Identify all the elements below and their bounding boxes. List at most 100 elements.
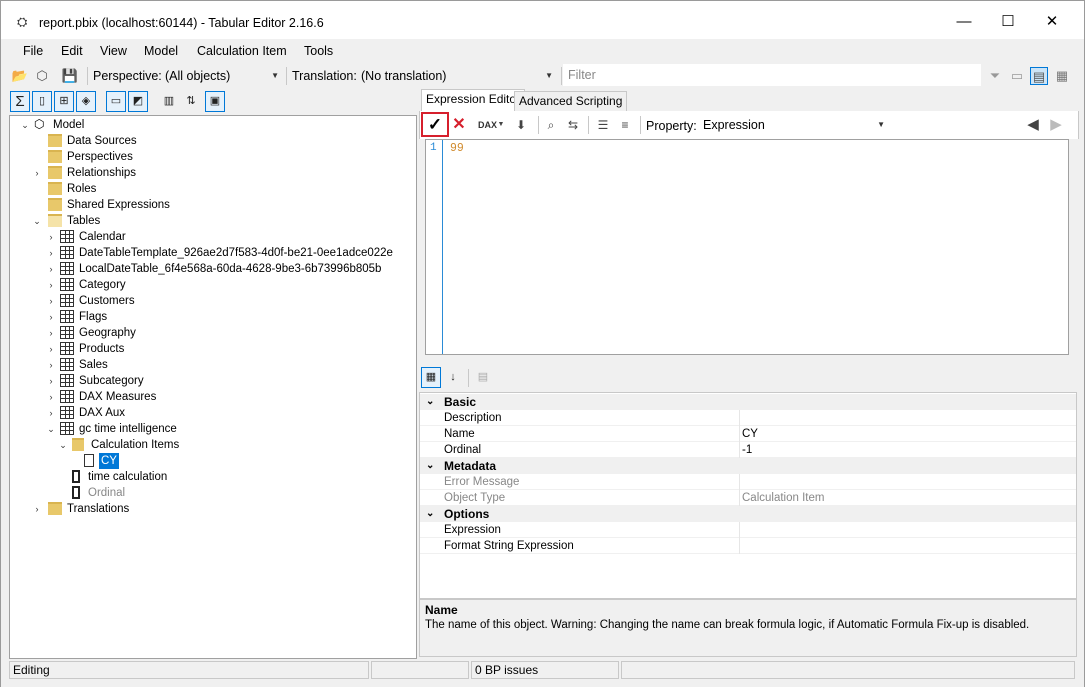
property-row-object-type[interactable]: Object Type Calculation Item (420, 490, 1076, 506)
expand-icon[interactable]: › (46, 245, 56, 261)
menu-tools[interactable]: Tools (304, 44, 333, 58)
alphabetical-icon[interactable]: ↓ (443, 367, 463, 388)
expand-icon[interactable]: › (46, 405, 56, 421)
connect-model-icon[interactable]: ⬡ (33, 67, 51, 85)
tree-node-perspectives[interactable]: Perspectives (44, 149, 244, 165)
navigate-forward-icon[interactable]: ▶ (1047, 116, 1065, 134)
property-row-format-string[interactable]: Format String Expression (420, 538, 1076, 554)
collapse-icon[interactable]: ⌄ (20, 117, 30, 133)
collapse-icon[interactable]: ⌄ (32, 213, 42, 229)
navigate-back-icon[interactable]: ◀ (1024, 116, 1042, 134)
expand-icon[interactable]: › (46, 325, 56, 341)
tree-node-table[interactable]: › Category (46, 277, 406, 293)
tree-node-calc-group[interactable]: ⌄ gc time intelligence (46, 421, 406, 437)
categorized-icon[interactable]: ▦ (421, 367, 441, 388)
show-columns-icon[interactable]: ▯ (32, 91, 52, 112)
menu-calculation-item[interactable]: Calculation Item (197, 44, 287, 58)
tree-node-tables[interactable]: ⌄ Tables (32, 213, 232, 229)
uncomment-icon[interactable]: ≡ (616, 116, 634, 134)
tree-node-model[interactable]: ⌄ ⬡ Model (20, 117, 220, 133)
perspective-dropdown[interactable]: (All objects) ▼ (161, 66, 283, 86)
menu-file[interactable]: File (23, 44, 43, 58)
metadata-view-icon[interactable]: ▣ (205, 91, 225, 112)
dax-formatter-icon[interactable]: DAX (478, 116, 497, 134)
tree-node-calc-item-cy[interactable]: CY (84, 453, 284, 469)
property-row-error-message[interactable]: Error Message (420, 474, 1076, 490)
column-layout-icon[interactable]: ▥ (159, 91, 179, 112)
collapse-icon[interactable]: ⌄ (426, 458, 434, 474)
expression-editor[interactable]: 1 99 (425, 139, 1069, 355)
tree-node-time-calculation[interactable]: time calculation (72, 469, 272, 485)
expand-icon[interactable]: › (46, 341, 56, 357)
expand-icon[interactable]: › (46, 357, 56, 373)
open-folder-icon[interactable]: 📂 (11, 67, 29, 85)
tree-node-table[interactable]: › Subcategory (46, 373, 406, 389)
show-hidden-objects-icon[interactable]: ◩ (128, 91, 148, 112)
tree-node-table[interactable]: › Flags (46, 309, 406, 325)
ordinal-value[interactable]: -1 (742, 442, 752, 458)
filter-input[interactable]: Filter (563, 64, 981, 86)
property-row-description[interactable]: Description (420, 410, 1076, 426)
menu-model[interactable]: Model (144, 44, 178, 58)
collapse-icon[interactable]: ⌄ (426, 394, 434, 410)
translation-dropdown[interactable]: (No translation) ▼ (357, 66, 557, 86)
tree-node-calculation-items[interactable]: ⌄ Calculation Items (58, 437, 358, 453)
expand-icon[interactable]: › (46, 229, 56, 245)
name-value[interactable]: CY (742, 426, 758, 442)
expand-icon[interactable]: › (46, 373, 56, 389)
dependencies-icon[interactable]: ⬇ (512, 116, 530, 134)
expand-icon[interactable]: › (46, 277, 56, 293)
maximize-button[interactable]: ☐ (985, 7, 1031, 37)
collapse-icon[interactable]: ⌄ (426, 506, 434, 522)
code-text[interactable]: 99 (450, 142, 464, 155)
close-button[interactable]: ✕ (1029, 7, 1075, 37)
property-dropdown[interactable]: Expression ▼ (699, 115, 889, 135)
tab-advanced-scripting[interactable]: Advanced Scripting (514, 91, 628, 111)
menu-view[interactable]: View (100, 44, 127, 58)
tree-node-table[interactable]: › Calendar (46, 229, 406, 245)
accept-changes-button[interactable]: ✓ (421, 112, 449, 137)
tree-node-table[interactable]: › Products (46, 341, 406, 357)
property-grid[interactable]: ⌄ Basic Description Name CY Ordinal -1 ⌄… (419, 392, 1077, 599)
tree-node-translations[interactable]: › Translations (32, 501, 232, 517)
tree-node-table[interactable]: › DAX Aux (46, 405, 406, 421)
tab-expression-editor[interactable]: Expression Editor (421, 89, 526, 111)
minimize-button[interactable]: — (941, 7, 987, 37)
save-icon[interactable]: 💾 (61, 67, 79, 85)
tree-node-data-sources[interactable]: Data Sources (44, 133, 244, 149)
show-hierarchies-icon[interactable]: ⊞ (54, 91, 74, 112)
collapse-icon[interactable]: ⌄ (58, 437, 68, 453)
expand-icon[interactable]: › (32, 165, 42, 181)
list-view-mode-icon[interactable]: ▦ (1053, 67, 1071, 85)
menu-edit[interactable]: Edit (61, 44, 83, 58)
tree-node-ordinal[interactable]: Ordinal (72, 485, 272, 501)
expand-icon[interactable]: › (46, 309, 56, 325)
tree-node-relationships[interactable]: › Relationships (32, 165, 232, 181)
show-partitions-icon[interactable]: ◈ (76, 91, 96, 112)
find-icon[interactable]: ⌕ (542, 116, 560, 134)
expand-icon[interactable]: › (46, 389, 56, 405)
property-row-ordinal[interactable]: Ordinal -1 (420, 442, 1076, 458)
discard-changes-icon[interactable]: ✕ (450, 116, 468, 134)
status-bp-issues[interactable]: 0 BP issues (471, 661, 619, 679)
tree-node-table[interactable]: › Customers (46, 293, 406, 309)
property-row-name[interactable]: Name CY (420, 426, 1076, 442)
sort-icon[interactable]: ⇅ (181, 91, 201, 112)
tree-node-table[interactable]: › DAX Measures (46, 389, 406, 405)
show-hidden-icon[interactable]: ▭ (1008, 67, 1026, 85)
collapse-icon[interactable]: ⌄ (46, 421, 56, 437)
tree-node-table[interactable]: › Sales (46, 357, 406, 373)
category-options[interactable]: ⌄ Options (420, 506, 1076, 522)
tree-node-roles[interactable]: Roles (44, 181, 244, 197)
property-row-expression[interactable]: Expression (420, 522, 1076, 538)
model-tree[interactable]: ⌄ ⬡ Model Data Sources Perspectives › Re… (9, 115, 417, 659)
expand-icon[interactable]: › (46, 293, 56, 309)
chevron-down-icon[interactable]: ▼ (496, 116, 506, 134)
comment-icon[interactable]: ☰ (594, 116, 612, 134)
show-measures-icon[interactable]: Σ (10, 91, 30, 112)
tree-node-table[interactable]: › DateTableTemplate_926ae2d7f583-4d0f-be… (46, 245, 406, 261)
tree-node-table[interactable]: › LocalDateTable_6f4e568a-60da-4628-9be3… (46, 261, 406, 277)
tree-node-table[interactable]: › Geography (46, 325, 406, 341)
filter-icon[interactable]: ⏷ (986, 67, 1004, 85)
tree-view-mode-icon[interactable]: ▤ (1030, 67, 1048, 85)
